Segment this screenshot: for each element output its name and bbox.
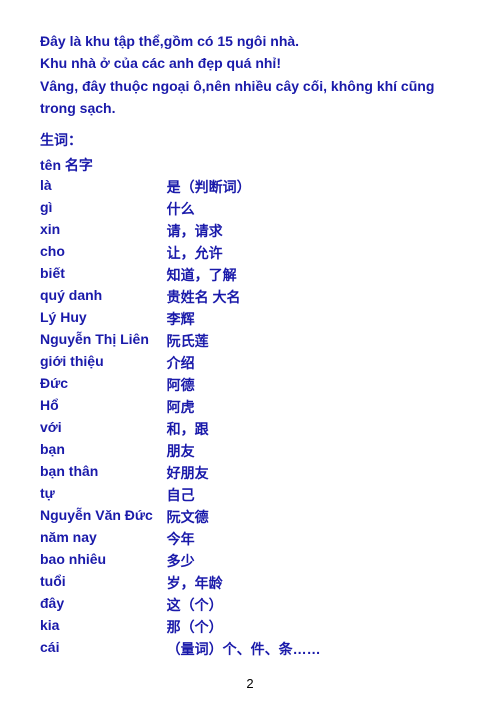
vocab-chinese: 阮氏莲 <box>167 330 460 352</box>
vocab-table: tên 名字là是（判断词）gì什么xin请，请求cho让，允许biết知道，了… <box>40 154 460 660</box>
vocab-chinese: 今年 <box>167 528 460 550</box>
vocab-chinese: （量词）个、件、条…… <box>167 638 460 660</box>
vocab-viet: xin <box>40 220 167 242</box>
vocab-row: Nguyễn Thị Liên阮氏莲 <box>40 330 460 352</box>
vocab-viet: tự <box>40 484 167 506</box>
vocab-row: Lý Huy李辉 <box>40 308 460 330</box>
vocab-row: đây这（个） <box>40 594 460 616</box>
intro-line2: Khu nhà ở của các anh đẹp quá nhỉ! <box>40 55 281 71</box>
vocab-row: cho让，允许 <box>40 242 460 264</box>
vocab-chinese: 什么 <box>167 198 460 220</box>
vocab-chinese: 介绍 <box>167 352 460 374</box>
vocab-viet: Lý Huy <box>40 308 167 330</box>
vocab-viet: cái <box>40 638 167 660</box>
vocab-row: với和，跟 <box>40 418 460 440</box>
vocab-chinese <box>167 154 460 176</box>
vocab-viet: Nguyễn Thị Liên <box>40 330 167 352</box>
vocab-viet: gì <box>40 198 167 220</box>
vocab-chinese: 请，请求 <box>167 220 460 242</box>
vocab-chinese: 这（个） <box>167 594 460 616</box>
vocab-chinese: 贵姓名 大名 <box>167 286 460 308</box>
vocab-viet: Nguyễn Văn Đức <box>40 506 167 528</box>
vocab-chinese: 和，跟 <box>167 418 460 440</box>
vocab-viet: kia <box>40 616 167 638</box>
vocab-viet: là <box>40 176 167 198</box>
vocab-row: Hổ阿虎 <box>40 396 460 418</box>
vocab-row: gì什么 <box>40 198 460 220</box>
vocab-row: bạn朋友 <box>40 440 460 462</box>
vocab-chinese: 自己 <box>167 484 460 506</box>
vocab-row: quý danh贵姓名 大名 <box>40 286 460 308</box>
vocab-row: kia那（个） <box>40 616 460 638</box>
vocab-row: cái（量词）个、件、条…… <box>40 638 460 660</box>
vocab-chinese: 阿虎 <box>167 396 460 418</box>
vocab-viet: tên 名字 <box>40 154 167 176</box>
vocab-row: tự自己 <box>40 484 460 506</box>
vocab-viet: bạn <box>40 440 167 462</box>
vocab-row: năm nay今年 <box>40 528 460 550</box>
vocab-viet: bạn thân <box>40 462 167 484</box>
vocab-chinese: 阿德 <box>167 374 460 396</box>
vocab-row: Đức阿德 <box>40 374 460 396</box>
vocab-row: bao nhiêu多少 <box>40 550 460 572</box>
vocab-chinese: 岁，年龄 <box>167 572 460 594</box>
intro-line1: Đây là khu tập thể,gồm có 15 ngôi nhà. <box>40 33 299 49</box>
vocab-label: 生词： <box>40 130 460 150</box>
vocab-viet: đây <box>40 594 167 616</box>
vocab-row: tên 名字 <box>40 154 460 176</box>
intro-paragraph: Đây là khu tập thể,gồm có 15 ngôi nhà. K… <box>40 30 460 120</box>
vocab-row: biết知道，了解 <box>40 264 460 286</box>
vocab-viet: Đức <box>40 374 167 396</box>
vocab-chinese: 那（个） <box>167 616 460 638</box>
vocab-viet: biết <box>40 264 167 286</box>
vocab-viet: giới thiệu <box>40 352 167 374</box>
vocab-chinese: 李辉 <box>167 308 460 330</box>
page-number: 2 <box>40 676 460 691</box>
page: Đây là khu tập thể,gồm có 15 ngôi nhà. K… <box>0 0 500 721</box>
vocab-viet: quý danh <box>40 286 167 308</box>
vocab-viet: năm nay <box>40 528 167 550</box>
vocab-chinese: 朋友 <box>167 440 460 462</box>
vocab-chinese: 是（判断词） <box>167 176 460 198</box>
vocab-chinese: 让，允许 <box>167 242 460 264</box>
vocab-viet: Hổ <box>40 396 167 418</box>
vocab-row: là是（判断词） <box>40 176 460 198</box>
vocab-chinese: 多少 <box>167 550 460 572</box>
vocab-viet: tuổi <box>40 572 167 594</box>
vocab-chinese: 知道，了解 <box>167 264 460 286</box>
vocab-row: bạn thân好朋友 <box>40 462 460 484</box>
vocab-row: Nguyễn Văn Đức阮文德 <box>40 506 460 528</box>
vocab-viet: với <box>40 418 167 440</box>
vocab-row: giới thiệu介绍 <box>40 352 460 374</box>
vocab-chinese: 阮文德 <box>167 506 460 528</box>
vocab-chinese: 好朋友 <box>167 462 460 484</box>
vocab-row: xin请，请求 <box>40 220 460 242</box>
vocab-viet: bao nhiêu <box>40 550 167 572</box>
vocab-row: tuổi岁，年龄 <box>40 572 460 594</box>
vocab-viet: cho <box>40 242 167 264</box>
intro-line3: Vâng, đây thuộc ngoại ô,nên nhiều cây cố… <box>40 78 434 116</box>
